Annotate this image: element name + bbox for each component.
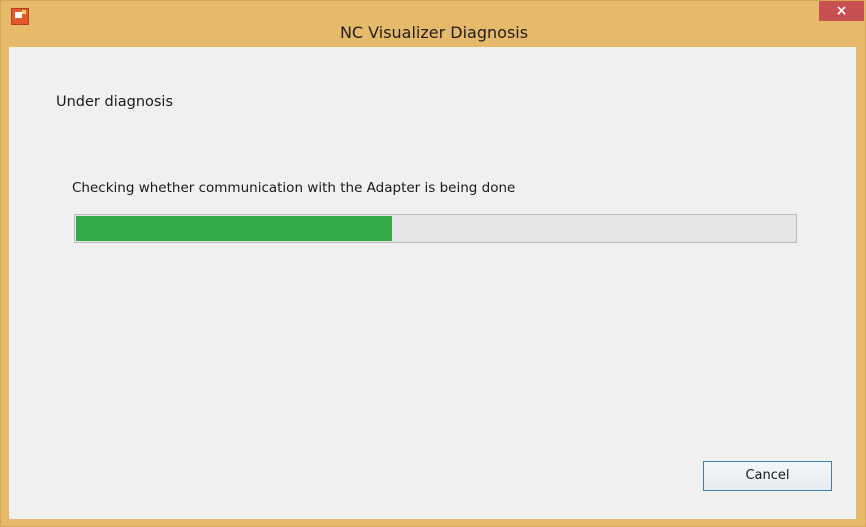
progress-bar	[74, 214, 797, 243]
dialog-body	[9, 47, 856, 519]
window-title: NC Visualizer Diagnosis	[339, 23, 529, 42]
close-icon: ×	[835, 3, 848, 19]
title-bar[interactable]: NC Visualizer Diagnosis ×	[1, 1, 865, 47]
close-button[interactable]: ×	[819, 1, 864, 21]
progress-fill	[76, 216, 392, 241]
diagnosis-heading: Under diagnosis	[56, 94, 174, 110]
status-message: Checking whether communication with the …	[72, 180, 516, 196]
dialog-window: NC Visualizer Diagnosis ×	[0, 0, 866, 527]
cancel-button[interactable]: Cancel	[703, 461, 832, 491]
